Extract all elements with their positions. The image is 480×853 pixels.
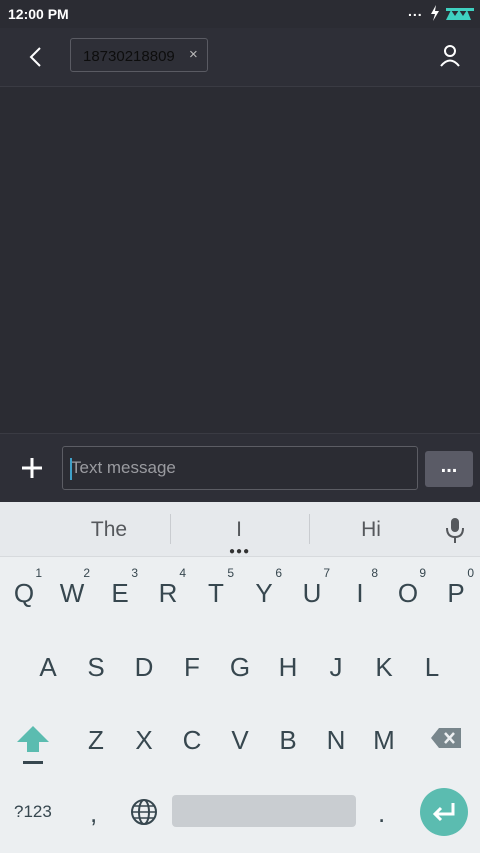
period-key[interactable]: . <box>378 798 385 829</box>
soft-keyboard: The I Hi ●●● Q 1 W 2 E 3 R 4 T 5 Y 6 U 7 <box>0 502 480 853</box>
suggestion-strip: The I Hi ●●● <box>0 502 480 557</box>
key-j[interactable]: J <box>312 652 360 683</box>
key-d[interactable]: D <box>120 652 168 683</box>
key-f[interactable]: F <box>168 652 216 683</box>
compose-bar: ... <box>0 433 480 503</box>
more-suggestions-icon[interactable]: ●●● <box>229 546 250 557</box>
person-icon[interactable] <box>436 42 464 70</box>
key-b[interactable]: B <box>264 725 312 756</box>
enter-button[interactable] <box>420 788 468 836</box>
key-i[interactable]: I 8 <box>336 566 384 609</box>
suggestion-3[interactable]: Hi <box>321 518 421 542</box>
suggestion-divider <box>309 514 310 544</box>
key-t[interactable]: T 5 <box>192 566 240 609</box>
key-y[interactable]: Y 6 <box>240 566 288 609</box>
key-e[interactable]: E 3 <box>96 566 144 609</box>
comma-key[interactable]: , <box>90 798 97 829</box>
key-r[interactable]: R 4 <box>144 566 192 609</box>
recipient-chip[interactable]: 18730218809 × <box>70 38 208 72</box>
recipient-number: 18730218809 <box>83 48 175 65</box>
status-bar: 12:00 PM ... <box>0 0 480 28</box>
key-s[interactable]: S <box>72 652 120 683</box>
key-k[interactable]: K <box>360 652 408 683</box>
status-dots: ... <box>408 3 423 19</box>
enter-icon <box>432 803 455 822</box>
space-key[interactable] <box>172 795 356 827</box>
shift-icon[interactable] <box>16 724 50 766</box>
key-z[interactable]: Z <box>72 725 120 756</box>
key-l[interactable]: L <box>408 652 456 683</box>
bolt-icon <box>431 5 439 21</box>
text-caret <box>70 458 72 480</box>
suggestion-divider <box>170 514 171 544</box>
key-m[interactable]: M <box>360 725 408 756</box>
backspace-icon[interactable] <box>430 727 462 749</box>
plus-icon[interactable] <box>18 454 46 482</box>
key-h[interactable]: H <box>264 652 312 683</box>
key-p[interactable]: P 0 <box>432 566 480 609</box>
suggestion-1[interactable]: The <box>59 518 159 542</box>
back-arrow-icon[interactable] <box>22 43 50 71</box>
message-list <box>0 87 480 433</box>
text-message-input[interactable] <box>62 446 418 490</box>
key-w[interactable]: W 2 <box>48 566 96 609</box>
key-o[interactable]: O 9 <box>384 566 432 609</box>
key-q[interactable]: Q 1 <box>0 566 48 609</box>
conversation-header: 18730218809 × <box>0 28 480 87</box>
key-v[interactable]: V <box>216 725 264 756</box>
key-g[interactable]: G <box>216 652 264 683</box>
key-c[interactable]: C <box>168 725 216 756</box>
key-x[interactable]: X <box>120 725 168 756</box>
mic-icon[interactable] <box>443 516 467 544</box>
symbols-key[interactable]: ?123 <box>14 802 52 822</box>
remove-recipient-icon[interactable]: × <box>189 46 198 63</box>
suggestion-2[interactable]: I <box>189 518 289 542</box>
signal-icon <box>446 8 474 20</box>
key-n[interactable]: N <box>312 725 360 756</box>
key-a[interactable]: A <box>24 652 72 683</box>
status-time: 12:00 PM <box>8 6 69 22</box>
globe-icon[interactable] <box>130 798 158 826</box>
more-button[interactable]: ... <box>425 451 473 487</box>
key-u[interactable]: U 7 <box>288 566 336 609</box>
